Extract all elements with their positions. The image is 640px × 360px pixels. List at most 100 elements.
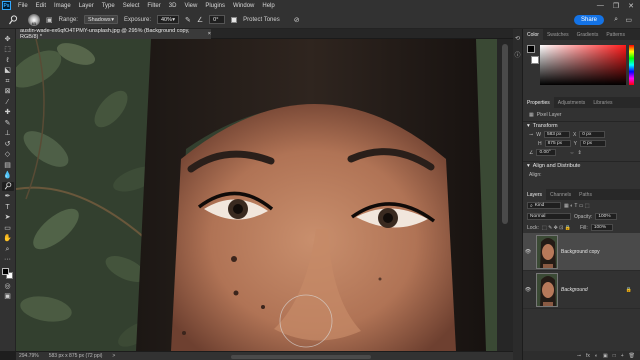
menu-edit[interactable]: Edit xyxy=(32,3,50,9)
adjustment-layer-icon[interactable]: ▣ xyxy=(603,353,608,359)
zoom-level[interactable]: 294.79% xyxy=(19,353,39,359)
menu-filter[interactable]: Filter xyxy=(143,3,164,9)
rectangle-tool-icon[interactable]: ▭ xyxy=(2,224,14,233)
tab-paths[interactable]: Paths xyxy=(575,189,596,200)
info-icon[interactable]: ⓘ xyxy=(514,50,520,59)
history-brush-tool-icon[interactable]: ↺ xyxy=(2,140,14,149)
history-icon[interactable]: ⟲ xyxy=(515,35,520,42)
foreground-chip[interactable] xyxy=(527,45,535,53)
dodge-tool-preset-icon[interactable] xyxy=(4,14,22,26)
new-layer-icon[interactable]: + xyxy=(621,353,624,359)
protect-tones-checkbox[interactable] xyxy=(231,16,238,23)
vertical-scrollbar[interactable] xyxy=(497,39,513,351)
align-section-header[interactable]: ▾ Align and Distribute xyxy=(523,161,640,170)
path-selection-tool-icon[interactable]: ➤ xyxy=(2,214,14,223)
menu-help[interactable]: Help xyxy=(258,3,278,9)
menu-3d[interactable]: 3D xyxy=(165,3,181,9)
dodge-tool-icon[interactable] xyxy=(1,182,14,191)
menu-select[interactable]: Select xyxy=(119,3,144,9)
menu-type[interactable]: Type xyxy=(98,3,119,9)
more-tools-icon[interactable]: ··· xyxy=(2,256,14,265)
menu-file[interactable]: File xyxy=(14,3,32,9)
mask-icon[interactable]: ◐ xyxy=(595,353,598,359)
tab-layers[interactable]: Layers xyxy=(523,189,547,200)
object-selection-tool-icon[interactable]: ⬕ xyxy=(2,67,14,76)
layer-row-background[interactable]: 👁 Background 🔒 xyxy=(523,271,640,309)
share-button[interactable]: Share xyxy=(573,15,604,25)
tab-channels[interactable]: Channels xyxy=(546,189,575,200)
tab-properties[interactable]: Properties xyxy=(523,97,554,108)
exposure-input[interactable]: 40% ▾ xyxy=(157,15,179,24)
status-arrow[interactable]: > xyxy=(112,353,115,359)
background-chip[interactable] xyxy=(531,56,539,64)
minimize-button[interactable]: — xyxy=(597,2,604,10)
quick-mask-icon[interactable]: ◎ xyxy=(2,282,14,291)
frame-tool-icon[interactable]: ⊠ xyxy=(2,88,14,97)
flip-vertical-icon[interactable]: ⇕ xyxy=(577,150,581,156)
color-swatches[interactable] xyxy=(1,268,14,280)
eye-icon[interactable]: 👁 xyxy=(523,249,533,255)
color-picker-field[interactable] xyxy=(540,45,626,85)
angle-input[interactable]: 0° xyxy=(209,15,226,24)
menu-image[interactable]: Image xyxy=(50,3,75,9)
search-icon[interactable]: ⌕ xyxy=(614,16,618,24)
height-field[interactable]: 875 px xyxy=(544,140,571,147)
lasso-tool-icon[interactable]: ℓ xyxy=(2,56,14,65)
eye-icon[interactable]: 👁 xyxy=(523,287,533,293)
menu-plugins[interactable]: Plugins xyxy=(201,3,229,9)
hue-slider[interactable] xyxy=(629,45,634,85)
eraser-tool-icon[interactable]: ◇ xyxy=(2,151,14,160)
opacity-field[interactable]: 100% xyxy=(595,213,618,220)
menu-view[interactable]: View xyxy=(180,3,201,9)
workspace-icon[interactable]: ▭ xyxy=(625,16,632,24)
clone-stamp-tool-icon[interactable]: ⊥ xyxy=(2,130,14,139)
y-field[interactable]: 0 px xyxy=(579,140,606,147)
document-tab[interactable]: austin-wade-ex6qfO4TPMY-unsplash.jpg @ 2… xyxy=(16,28,211,40)
screen-mode-icon[interactable]: ▣ xyxy=(2,293,14,302)
move-tool-icon[interactable]: ✥ xyxy=(2,35,14,44)
filter-icons[interactable]: ▦ ◐ T ▭ ⬚ xyxy=(564,203,590,209)
gradient-tool-icon[interactable]: ▤ xyxy=(2,161,14,170)
x-field[interactable]: 0 px xyxy=(579,131,606,138)
link-layers-icon[interactable]: ⊸ xyxy=(577,353,581,359)
tab-swatches[interactable]: Swatches xyxy=(543,29,573,40)
vertical-scroll-thumb[interactable] xyxy=(502,44,508,224)
fill-field[interactable]: 100% xyxy=(590,224,613,231)
close-window-button[interactable]: ✕ xyxy=(628,2,634,10)
pen-tool-icon[interactable]: ✒ xyxy=(2,193,14,202)
brush-settings-icon[interactable]: ▣ xyxy=(46,16,53,24)
document-canvas[interactable] xyxy=(16,39,497,351)
tab-libraries[interactable]: Libraries xyxy=(589,97,616,108)
angle-field[interactable]: 0.00° xyxy=(536,149,557,156)
marquee-tool-icon[interactable]: ⬚ xyxy=(2,46,14,55)
brush-preset-picker[interactable]: 65 xyxy=(28,13,40,26)
kind-filter-select[interactable]: ⌕ Kind xyxy=(527,202,561,209)
menu-window[interactable]: Window xyxy=(229,3,258,9)
pressure-size-icon[interactable]: ⊘ xyxy=(294,16,300,24)
hand-tool-icon[interactable]: ✋ xyxy=(2,235,14,244)
lock-icons[interactable]: ⬚ ✎ ✥ ⊡ 🔒 xyxy=(542,225,571,231)
width-field[interactable]: 583 px xyxy=(543,131,570,138)
airbrush-icon[interactable]: ✎ xyxy=(185,16,191,24)
tab-gradients[interactable]: Gradients xyxy=(573,29,603,40)
transform-section-header[interactable]: ▾ Transform xyxy=(523,121,640,130)
tab-color[interactable]: Color xyxy=(523,29,543,40)
close-tab-icon[interactable]: × xyxy=(208,31,211,37)
type-tool-icon[interactable]: T xyxy=(2,203,14,212)
fx-icon[interactable]: fx xyxy=(586,353,590,359)
flip-horizontal-icon[interactable]: ⇔ xyxy=(569,150,574,156)
menu-layer[interactable]: Layer xyxy=(75,3,98,9)
eyedropper-tool-icon[interactable]: ⁄ xyxy=(2,98,14,107)
tab-patterns[interactable]: Patterns xyxy=(602,29,629,40)
range-select[interactable]: Shadows ▾ xyxy=(83,15,118,24)
lock-icon[interactable]: 🔒 xyxy=(626,287,632,293)
maximize-button[interactable]: ❐ xyxy=(613,2,619,10)
zoom-tool-icon[interactable]: ⌕ xyxy=(2,245,14,254)
link-icon[interactable]: ⊸ xyxy=(529,132,533,138)
foreground-color-swatch[interactable] xyxy=(1,268,9,275)
layer-row-background-copy[interactable]: 👁 Background copy xyxy=(523,233,640,271)
blend-mode-select[interactable]: Normal xyxy=(527,213,571,220)
group-icon[interactable]: □ xyxy=(613,353,616,359)
brush-tool-icon[interactable]: ✎ xyxy=(2,119,14,128)
horizontal-scroll-thumb[interactable] xyxy=(231,355,371,359)
